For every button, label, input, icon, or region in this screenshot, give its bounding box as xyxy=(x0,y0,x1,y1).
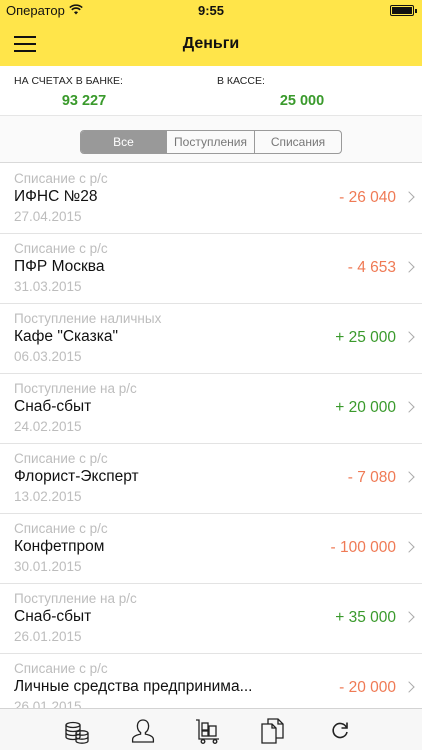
chevron-right-icon xyxy=(403,191,415,203)
person-icon[interactable] xyxy=(128,716,158,746)
coins-icon[interactable] xyxy=(62,716,92,746)
transaction-amount: - 26 040 xyxy=(339,189,396,206)
transaction-amount: - 100 000 xyxy=(330,539,397,556)
status-bar: Оператор 9:55 xyxy=(0,0,422,22)
chevron-right-icon xyxy=(403,611,415,623)
transaction-row[interactable]: Поступление на р/с Снаб-сбыт 24.02.2015 … xyxy=(0,374,422,444)
filter-bar: Все Поступления Списания xyxy=(0,116,422,163)
transaction-counterparty: Флорист-Эксперт xyxy=(14,468,139,485)
documents-icon[interactable] xyxy=(258,716,288,746)
transaction-counterparty: Снаб-сбыт xyxy=(14,608,92,625)
chevron-right-icon xyxy=(403,261,415,273)
transaction-row[interactable]: Поступление на р/с Снаб-сбыт 26.01.2015 … xyxy=(0,584,422,654)
transaction-amount: - 20 000 xyxy=(339,679,396,696)
cash-balance: В КАССЕ: 25 000 xyxy=(217,75,407,109)
bank-balance-label: НА СЧЕТАХ В БАНКЕ: xyxy=(14,75,123,87)
tab-bar xyxy=(0,708,422,750)
filter-tab-outgoing[interactable]: Списания xyxy=(255,131,341,153)
transaction-counterparty: ПФР Москва xyxy=(14,258,105,275)
transaction-row[interactable]: Списание с р/с ПФР Москва 31.03.2015 - 4… xyxy=(0,234,422,304)
cash-balance-value: 25 000 xyxy=(279,93,325,109)
transaction-counterparty: Снаб-сбыт xyxy=(14,398,92,415)
transaction-counterparty: Личные средства предпринима... xyxy=(14,678,253,695)
transaction-counterparty: Кафе "Сказка" xyxy=(14,328,118,345)
transaction-date: 31.03.2015 xyxy=(14,279,82,294)
transaction-type: Поступление на р/с xyxy=(14,591,137,606)
transaction-type: Списание с р/с xyxy=(14,241,108,256)
transaction-date: 26.01.2015 xyxy=(14,629,82,644)
navigation-bar: Деньги xyxy=(0,22,422,66)
page-title: Деньги xyxy=(182,35,240,52)
transaction-date: 26.01.2015 xyxy=(14,699,82,708)
transaction-counterparty: ИФНС №28 xyxy=(14,188,98,205)
bank-balance: НА СЧЕТАХ В БАНКЕ: 93 227 xyxy=(14,75,204,109)
transaction-type: Поступление на р/с xyxy=(14,381,137,396)
transaction-amount: + 35 000 xyxy=(335,609,396,626)
filter-tab-all[interactable]: Все xyxy=(81,131,167,153)
transaction-row[interactable]: Списание с р/с Личные средства предприни… xyxy=(0,654,422,708)
cash-balance-label: В КАССЕ: xyxy=(217,75,265,87)
transaction-type: Поступление наличных xyxy=(14,311,162,326)
transaction-amount: - 7 080 xyxy=(347,469,396,486)
status-time: 9:55 xyxy=(197,3,225,18)
transaction-row[interactable]: Списание с р/с Флорист-Эксперт 13.02.201… xyxy=(0,444,422,514)
transaction-type: Списание с р/с xyxy=(14,171,108,186)
transaction-counterparty: Конфетпром xyxy=(14,538,105,555)
balances-panel: НА СЧЕТАХ В БАНКЕ: 93 227 В КАССЕ: 25 00… xyxy=(0,66,422,116)
chevron-right-icon xyxy=(403,541,415,553)
transaction-type: Списание с р/с xyxy=(14,451,108,466)
transaction-row[interactable]: Списание с р/с ИФНС №28 27.04.2015 - 26 … xyxy=(0,164,422,234)
transaction-row[interactable]: Поступление наличных Кафе "Сказка" 06.03… xyxy=(0,304,422,374)
transaction-date: 30.01.2015 xyxy=(14,559,82,574)
transaction-type: Списание с р/с xyxy=(14,661,108,676)
transaction-type: Списание с р/с xyxy=(14,521,108,536)
top-bar: Оператор 9:55 Деньги xyxy=(0,0,422,66)
refresh-icon[interactable] xyxy=(325,716,355,746)
transaction-date: 06.03.2015 xyxy=(14,349,82,364)
battery-icon xyxy=(390,5,417,16)
transaction-date: 24.02.2015 xyxy=(14,419,82,434)
chevron-right-icon xyxy=(403,331,415,343)
chevron-right-icon xyxy=(403,681,415,693)
transaction-row[interactable]: Списание с р/с Конфетпром 30.01.2015 - 1… xyxy=(0,514,422,584)
transaction-amount: + 25 000 xyxy=(335,329,396,346)
transaction-date: 27.04.2015 xyxy=(14,209,82,224)
transactions-list: Списание с р/с ИФНС №28 27.04.2015 - 26 … xyxy=(0,164,422,708)
filter-segmented-control: Все Поступления Списания xyxy=(80,130,342,154)
chevron-right-icon xyxy=(403,471,415,483)
bank-balance-value: 93 227 xyxy=(61,93,107,109)
chevron-right-icon xyxy=(403,401,415,413)
transaction-amount: - 4 653 xyxy=(347,259,396,276)
transaction-date: 13.02.2015 xyxy=(14,489,82,504)
transaction-amount: + 20 000 xyxy=(335,399,396,416)
filter-tab-incoming[interactable]: Поступления xyxy=(167,131,255,153)
warehouse-cart-icon[interactable] xyxy=(193,716,223,746)
